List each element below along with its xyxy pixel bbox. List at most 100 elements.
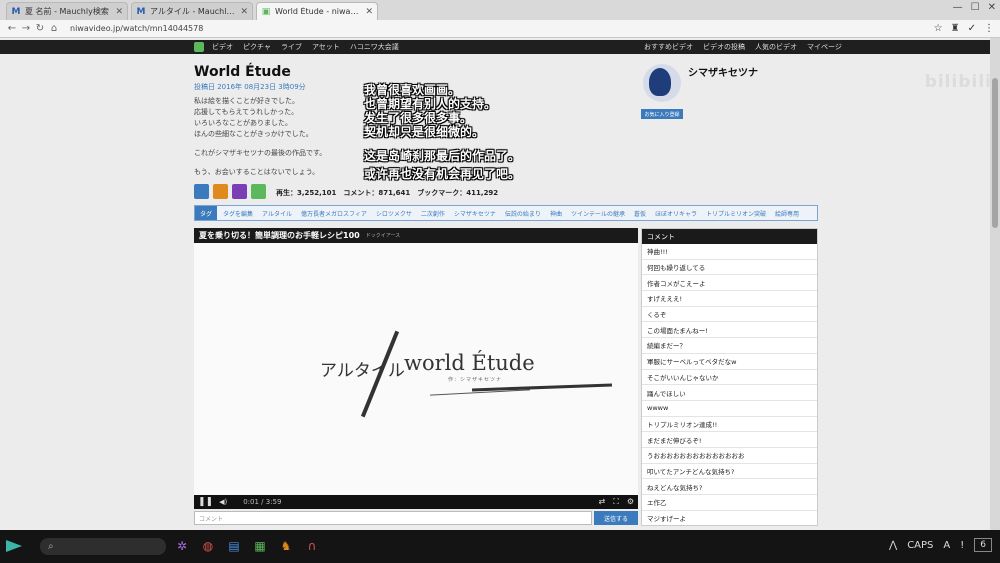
share-rss-icon[interactable] [213, 184, 228, 199]
tag[interactable]: 二次創作 [421, 209, 445, 218]
close-window-icon[interactable]: ✕ [988, 2, 996, 13]
tag[interactable]: 絵師専用 [775, 209, 799, 218]
tag-edit[interactable]: タグを編集 [223, 209, 253, 218]
video-player[interactable]: アルタイル world Étude 作：シマザキセツナ [194, 243, 638, 495]
send-button[interactable]: 送信する [594, 511, 638, 525]
list-item[interactable]: そこがいいんじゃないか [642, 370, 817, 386]
nav-upload[interactable]: ビデオの投稿 [703, 42, 745, 52]
browser-tab-2[interactable]: M アルタイル - Mauchly検索 ✕ [131, 2, 253, 20]
player-title: 夏を乗り切る！簡単調理のお手軽レシピ100 [199, 231, 360, 240]
tag[interactable]: 億万長者メガロスフィア [301, 209, 367, 218]
settings-icon[interactable]: ⚙ [627, 497, 634, 507]
list-item[interactable]: トリプルミリオン達成!! [642, 417, 817, 433]
fullscreen-icon[interactable]: ⛶ [613, 497, 619, 507]
list-item[interactable]: 軍服にサーベルってベタだなw [642, 354, 817, 370]
minimize-icon[interactable]: — [953, 2, 963, 13]
tag[interactable]: ツインテールの継承 [571, 209, 625, 218]
desc-line: 応援してもらえてうれしかった。 [194, 108, 299, 116]
start-icon[interactable] [6, 538, 22, 554]
list-item[interactable]: 神曲!!! [642, 244, 817, 260]
author-name[interactable]: シマザキセツナ [688, 64, 758, 79]
avatar[interactable] [643, 64, 681, 102]
headphones-icon[interactable]: ∩ [305, 539, 319, 553]
loop-icon[interactable]: ⇄ [599, 497, 606, 507]
share-tv-icon[interactable] [251, 184, 266, 199]
calendar-icon[interactable]: ▦ [253, 539, 267, 553]
scroll-thumb[interactable] [992, 78, 998, 228]
extension-icon[interactable]: ♜ [951, 23, 960, 34]
nav-conference[interactable]: ハコニワ大会議 [350, 42, 399, 52]
bird-icon[interactable]: ♞ [279, 539, 293, 553]
maximize-icon[interactable]: ☐ [971, 2, 980, 13]
list-item[interactable]: まだまだ伸びるぞ! [642, 432, 817, 448]
lock-icon: ⌂ [50, 23, 58, 34]
notification-icon[interactable]: ! [960, 540, 964, 551]
list-item[interactable]: 何回も繰り返してる [642, 260, 817, 276]
tag[interactable]: 神曲 [550, 209, 562, 218]
taskbar-search[interactable]: ⌕ [40, 538, 166, 555]
site-logo-icon[interactable] [194, 42, 204, 52]
nav-video[interactable]: ビデオ [212, 42, 233, 52]
menu-icon[interactable]: ⋮ [984, 23, 994, 34]
logo-en: world Étude [404, 351, 535, 375]
close-icon[interactable]: ✕ [115, 7, 123, 17]
share-spiral-icon[interactable] [232, 184, 247, 199]
list-item[interactable]: エ作乙 [642, 495, 817, 511]
list-item[interactable]: くるぞ [642, 307, 817, 323]
site-nav-right: おすすめビデオ ビデオの投稿 人気のビデオ マイページ [644, 42, 842, 52]
tag-bar: タグ タグを編集 アルタイル 億万長者メガロスフィア シロツメクサ 二次創作 シ… [194, 205, 818, 221]
workspace-number[interactable]: 6 [974, 538, 992, 552]
page-scrollbar[interactable] [990, 38, 1000, 530]
nav-asset[interactable]: アセット [312, 42, 340, 52]
network-icon[interactable]: ⋀ [889, 540, 897, 551]
font-icon[interactable]: A [943, 540, 950, 551]
extension-icon[interactable]: ✓ [968, 23, 976, 34]
list-item[interactable]: うおおおおおおおおおおおおおお [642, 448, 817, 464]
nav-live[interactable]: ライブ [281, 42, 302, 52]
files-icon[interactable]: ▤ [227, 539, 241, 553]
tag[interactable]: トリプルミリオン突破 [706, 209, 766, 218]
list-item[interactable]: この場面たまんねー! [642, 322, 817, 339]
tag[interactable]: 伝説の始まり [505, 209, 541, 218]
tag[interactable]: 蒼仮 [634, 209, 646, 218]
close-icon[interactable]: ✕ [365, 7, 373, 17]
list-item[interactable]: ねえどんな気持ち? [642, 479, 817, 495]
list-item[interactable]: wwww [642, 401, 817, 417]
reload-icon[interactable]: ↻ [34, 23, 46, 34]
list-item[interactable]: すげえええ! [642, 291, 817, 307]
pause-icon[interactable]: ❚❚ [198, 497, 213, 507]
tag[interactable]: ほぼオリキャラ [655, 209, 697, 218]
list-item[interactable]: 踊んでほしい [642, 385, 817, 401]
close-icon[interactable]: ✕ [240, 7, 248, 17]
window-controls: — ☐ ✕ [953, 2, 996, 13]
tag[interactable]: シマザキセツナ [454, 209, 496, 218]
browser-tab-3[interactable]: ▣ World Étude - niwavideo ✕ [256, 2, 378, 20]
globe-icon[interactable]: ◍ [201, 539, 215, 553]
comment-input-row: コメント 送信する [194, 511, 638, 525]
back-icon[interactable]: ← [6, 23, 18, 34]
bookmark-star-icon[interactable]: ☆ [934, 23, 943, 34]
nav-picture[interactable]: ピクチャ [243, 42, 271, 52]
tag-list: タグを編集 アルタイル 億万長者メガロスフィア シロツメクサ 二次創作 シマザキ… [217, 209, 799, 218]
forward-icon[interactable]: → [20, 23, 32, 34]
volume-icon[interactable]: ◀) [219, 498, 227, 506]
tag[interactable]: シロツメクサ [376, 209, 412, 218]
list-item[interactable]: 続編まだー？ [642, 338, 817, 354]
browser-tab-1[interactable]: M 夏 名前 - Mauchly検索 ✕ [6, 2, 128, 20]
caps-indicator: CAPS [907, 539, 934, 551]
player-right-controls: ⇄ ⛶ ⚙ [599, 497, 634, 507]
list-item[interactable]: マジすげーよ [642, 511, 817, 525]
comment-input[interactable]: コメント [194, 511, 592, 525]
list-item[interactable]: 作者コメがこえーよ [642, 275, 817, 292]
list-item[interactable]: 叩いてたアンチどんな気持ち? [642, 464, 817, 480]
nav-mypage[interactable]: マイページ [807, 42, 842, 52]
nav-recommended[interactable]: おすすめビデオ [644, 42, 693, 52]
nav-popular[interactable]: 人気のビデオ [755, 42, 797, 52]
tag[interactable]: アルタイル [262, 209, 292, 218]
subtitle-line: 契机却只是很细微的。 [364, 125, 485, 139]
address-bar: ← → ↻ ⌂ niwavideo.jp/watch/mn14044578 ☆ … [0, 20, 1000, 38]
share-twitter-icon[interactable] [194, 184, 209, 199]
follow-button[interactable]: お気に入り登録 [641, 109, 683, 119]
gear-app-icon[interactable]: ✲ [175, 539, 189, 553]
url-field[interactable]: niwavideo.jp/watch/mn14044578 [70, 24, 203, 33]
